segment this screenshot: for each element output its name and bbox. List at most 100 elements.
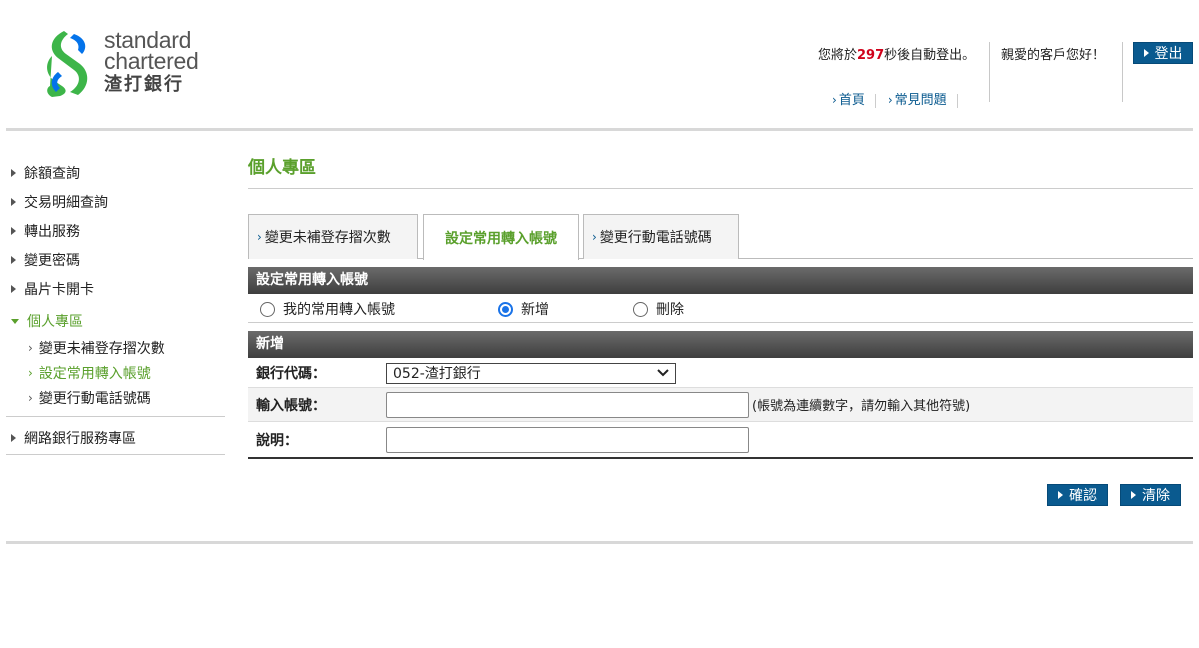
tab-mobile[interactable]: › 變更行動電話號碼 [583,214,739,259]
sidebar-item-ebanking-zone[interactable]: 網路銀行服務專區 [6,423,225,452]
tab-passbook[interactable]: › 變更未補登存摺次數 [248,214,418,259]
tab-label: 變更行動電話號碼 [599,230,712,246]
triangle-right-icon [1058,491,1063,499]
sidebar-item-transactions[interactable]: 交易明細查詢 [6,187,225,216]
chevron-right-icon: › [592,230,597,244]
chevron-right-icon: › [28,390,33,405]
sidebar-subitem-label: 變更未補登存摺次數 [38,340,165,357]
confirm-button[interactable]: 確認 [1047,484,1108,506]
timer-suffix: 秒後自動登出。 [884,48,976,63]
bank-logo[interactable]: standard chartered 渣打銀行 [44,28,234,100]
clear-label: 清除 [1142,488,1170,504]
chevron-right-icon: › [832,93,837,107]
triangle-right-icon [11,226,16,235]
account-row: 輸入帳號： (帳號為連續數字，請勿輸入其他符號) [248,388,1193,422]
memo-input[interactable] [386,427,749,453]
main-content: 個人專區 › 變更未補登存摺次數 設定常用轉入帳號 › 變更行動電話號碼 設定常用轉… [248,152,1193,459]
tab-label: 變更未補登存摺次數 [264,230,391,246]
triangle-right-icon [1131,491,1136,499]
triangle-right-icon [1143,49,1149,57]
footer-rule [6,541,1193,544]
clear-button[interactable]: 清除 [1120,484,1181,506]
tab-payee-accounts[interactable]: 設定常用轉入帳號 [423,214,579,260]
sidebar-item-label: 晶片卡開卡 [24,281,94,298]
form-header: 新增 [248,331,1193,358]
sidebar-item-chip-card[interactable]: 晶片卡開卡 [6,274,225,303]
account-label: 輸入帳號： [256,397,326,414]
auto-logout-timer: 您將於297秒後自動登出。 [818,44,975,63]
sidebar-item-personal-zone[interactable]: 個人專區 [6,306,225,335]
sidebar-subitem-label: 設定常用轉入帳號 [38,365,151,382]
chevron-right-icon: › [887,93,893,107]
section-header: 設定常用轉入帳號 [248,267,1193,294]
sidebar-divider [6,416,225,417]
logout-label: 登出 [1154,46,1183,62]
radio-circle-icon [498,301,513,317]
faq-link[interactable]: › 常見問題 [888,89,957,108]
greeting: 親愛的客戶您好！ [1001,48,1106,63]
timer-seconds: 297 [857,48,885,63]
memo-row: 說明： [248,423,1193,459]
radio-label: 刪除 [656,302,684,318]
radio-label: 我的常用轉入帳號 [283,302,395,318]
account-input[interactable] [386,391,749,418]
chevron-right-icon: › [257,230,262,244]
radio-add[interactable]: 新增 [498,299,549,319]
radio-circle-icon [633,301,648,317]
home-link-label: 首頁 [838,93,865,108]
timer-prefix: 您將於 [818,48,858,63]
sidebar-item-label: 網路銀行服務專區 [24,430,136,447]
sidebar-item-balance[interactable]: 餘額查詢 [6,158,225,187]
sidebar-subitem-payee-accounts[interactable]: › 設定常用轉入帳號 [6,360,225,385]
sidebar-item-label: 變更密碼 [24,252,80,269]
header-divider [989,42,990,102]
sidebar-item-label: 轉出服務 [24,223,80,240]
tab-label: 設定常用轉入帳號 [445,230,557,247]
triangle-right-icon [11,284,16,293]
radio-delete[interactable]: 刪除 [633,299,684,319]
sidebar-divider [6,454,225,455]
triangle-right-icon [11,168,16,177]
sidebar-item-change-password[interactable]: 變更密碼 [6,245,225,274]
title-rule [248,188,1193,189]
account-hint: (帳號為連續數字，請勿輸入其他符號) [752,399,971,414]
triangle-right-icon [11,433,16,442]
sidebar-item-label: 餘額查詢 [24,165,80,182]
top-links: › 首頁 › 常見問題 [832,89,970,108]
sidebar-subitem-label: 變更行動電話號碼 [38,390,151,407]
home-link[interactable]: › 首頁 [832,89,875,108]
bank-code-row: 銀行代碼： 052-渣打銀行 [248,359,1193,388]
radio-circle-icon [260,301,275,317]
triangle-right-icon [11,197,16,206]
mode-radio-group: 我的常用轉入帳號 新增 刪除 [248,294,1193,323]
bank-code-select[interactable]: 052-渣打銀行 [386,362,676,384]
header-rule [6,128,1193,131]
sidebar-subitem-mobile[interactable]: › 變更行動電話號碼 [6,385,225,410]
sidebar: 餘額查詢 交易明細查詢 轉出服務 變更密碼 晶片卡開卡 個人專區 › 變更未補登存… [6,158,225,461]
header-divider [1122,42,1123,102]
chevron-right-icon: › [28,365,33,380]
bank-code-label: 銀行代碼： [256,366,326,382]
sidebar-item-label: 交易明細查詢 [24,194,108,211]
logo-name-line2: chartered [104,48,199,74]
faq-link-label: 常見問題 [894,93,947,108]
triangle-right-icon [11,255,16,264]
chevron-right-icon: › [28,340,33,355]
bank-code-value: 052-渣打銀行 [393,366,481,382]
logo-text: standard chartered 渣打銀行 [104,29,199,96]
sidebar-item-label: 個人專區 [27,313,83,330]
memo-label: 說明： [256,433,298,449]
sidebar-item-transfer[interactable]: 轉出服務 [6,216,225,245]
radio-my-accounts[interactable]: 我的常用轉入帳號 [260,299,395,319]
sidebar-subitem-passbook[interactable]: › 變更未補登存摺次數 [6,335,225,360]
chevron-down-icon [657,369,669,377]
page-title: 個人專區 [248,158,316,178]
link-divider [874,93,876,108]
tab-bar: › 變更未補登存摺次數 設定常用轉入帳號 › 變更行動電話號碼 [248,214,1193,260]
triangle-down-icon [11,319,19,324]
logo-name-zh: 渣打銀行 [104,74,184,95]
radio-label: 新增 [521,302,549,318]
link-divider [956,93,958,108]
logout-button[interactable]: 登出 [1133,42,1193,64]
header: standard chartered 渣打銀行 您將於297秒後自動登出。 親愛… [0,0,1199,131]
